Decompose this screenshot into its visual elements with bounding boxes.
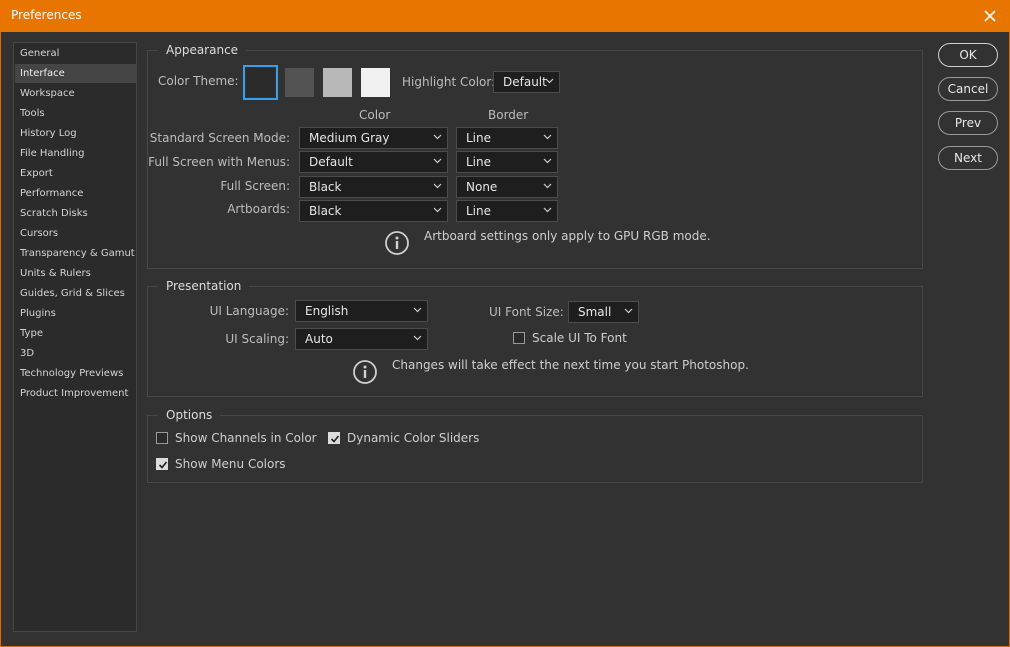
highlight-color-dropdown[interactable]: Default <box>493 71 560 93</box>
artboards-border-value: Line <box>466 204 492 218</box>
theme-swatch-medium[interactable] <box>323 68 352 97</box>
restart-note: Changes will take effect the next time y… <box>392 358 749 372</box>
chevron-down-icon <box>545 78 554 84</box>
column-header-border: Border <box>488 108 529 122</box>
full-screen-menus-color-value: Default <box>309 155 353 169</box>
theme-swatch-dark[interactable] <box>285 68 314 97</box>
sidebar-item-workspace[interactable]: Workspace <box>15 84 137 103</box>
ui-language-dropdown[interactable]: English <box>295 300 428 322</box>
chevron-down-icon <box>543 207 552 213</box>
cancel-button[interactable]: Cancel <box>938 77 998 101</box>
column-header-color: Color <box>359 108 391 122</box>
highlight-color-label: Highlight Color: <box>402 75 496 89</box>
chevron-down-icon <box>543 134 552 140</box>
sidebar-item-cursors[interactable]: Cursors <box>15 224 137 243</box>
sidebar-item-tools[interactable]: Tools <box>15 104 137 123</box>
presentation-title: Presentation <box>158 278 250 294</box>
options-group: Options <box>147 407 923 483</box>
scale-ui-to-font-checkbox[interactable] <box>513 332 525 344</box>
chevron-down-icon <box>433 207 442 213</box>
show-channels-in-color-label: Show Channels in Color <box>175 431 317 445</box>
sidebar-item-file-handling[interactable]: File Handling <box>15 144 137 163</box>
chevron-down-icon <box>624 308 633 314</box>
standard-screen-mode-label: Standard Screen Mode: <box>149 131 290 145</box>
appearance-title: Appearance <box>158 42 247 58</box>
info-icon <box>353 360 377 384</box>
sidebar-item-units-rulers[interactable]: Units & Rulers <box>15 264 137 283</box>
standard-screen-color-value: Medium Gray <box>309 131 390 145</box>
sidebar-item-export[interactable]: Export <box>15 164 137 183</box>
ok-button[interactable]: OK <box>938 43 998 67</box>
ui-font-size-value: Small <box>578 305 612 319</box>
show-menu-colors-label: Show Menu Colors <box>175 457 286 471</box>
artboards-color-dropdown[interactable]: Black <box>299 200 448 222</box>
sidebar-item-3d[interactable]: 3D <box>15 344 137 363</box>
highlight-color-value: Default <box>503 75 547 89</box>
standard-screen-border-dropdown[interactable]: Line <box>456 127 558 149</box>
sidebar-item-transparency-gamut[interactable]: Transparency & Gamut <box>15 244 137 263</box>
dynamic-color-sliders-checkbox[interactable] <box>328 432 340 444</box>
ui-scaling-label: UI Scaling: <box>225 332 289 346</box>
artboard-note: Artboard settings only apply to GPU RGB … <box>424 229 711 243</box>
sidebar: General Interface Workspace Tools Histor… <box>13 42 137 632</box>
ui-scaling-value: Auto <box>305 332 333 346</box>
sidebar-item-technology-previews[interactable]: Technology Previews <box>15 364 137 383</box>
sidebar-item-general[interactable]: General <box>15 44 137 63</box>
ui-font-size-label: UI Font Size: <box>489 305 564 319</box>
full-screen-label: Full Screen: <box>220 179 290 193</box>
full-screen-color-value: Black <box>309 180 342 194</box>
chevron-down-icon <box>433 183 442 189</box>
checkmark-icon <box>158 461 168 469</box>
chevron-down-icon <box>413 335 422 341</box>
sidebar-item-type[interactable]: Type <box>15 324 137 343</box>
artboards-border-dropdown[interactable]: Line <box>456 200 558 222</box>
preferences-dialog: Preferences General Interface Workspace … <box>0 0 1010 647</box>
title-bar: Preferences <box>0 0 1010 32</box>
full-screen-border-value: None <box>466 180 498 194</box>
artboards-label: Artboards: <box>227 202 290 216</box>
chevron-down-icon <box>543 158 552 164</box>
close-icon[interactable] <box>978 4 1002 28</box>
artboards-color-value: Black <box>309 204 342 218</box>
prev-button[interactable]: Prev <box>938 111 998 135</box>
sidebar-item-scratch-disks[interactable]: Scratch Disks <box>15 204 137 223</box>
window-title: Preferences <box>11 8 82 22</box>
standard-screen-color-dropdown[interactable]: Medium Gray <box>299 127 448 149</box>
sidebar-item-performance[interactable]: Performance <box>15 184 137 203</box>
chevron-down-icon <box>433 134 442 140</box>
show-menu-colors-checkbox[interactable] <box>156 458 168 470</box>
ui-font-size-dropdown[interactable]: Small <box>568 301 639 323</box>
info-icon <box>385 231 409 255</box>
next-button[interactable]: Next <box>938 146 998 170</box>
theme-swatch-darkest[interactable] <box>243 65 278 100</box>
chevron-down-icon <box>413 307 422 313</box>
full-screen-border-dropdown[interactable]: None <box>456 176 558 198</box>
color-theme-label: Color Theme: <box>158 74 239 88</box>
show-channels-in-color-checkbox[interactable] <box>156 432 168 444</box>
full-screen-menus-label: Full Screen with Menus: <box>148 155 290 169</box>
sidebar-item-plugins[interactable]: Plugins <box>15 304 137 323</box>
standard-screen-border-value: Line <box>466 131 492 145</box>
scale-ui-to-font-label: Scale UI To Font <box>532 331 627 345</box>
chevron-down-icon <box>433 158 442 164</box>
sidebar-item-interface[interactable]: Interface <box>15 64 137 83</box>
ui-language-value: English <box>305 304 349 318</box>
sidebar-item-product-improvement[interactable]: Product Improvement <box>15 384 137 403</box>
ui-language-label: UI Language: <box>209 304 289 318</box>
full-screen-menus-border-dropdown[interactable]: Line <box>456 151 558 173</box>
sidebar-item-guides-grid-slices[interactable]: Guides, Grid & Slices <box>15 284 137 303</box>
full-screen-color-dropdown[interactable]: Black <box>299 176 448 198</box>
ui-scaling-dropdown[interactable]: Auto <box>295 328 428 350</box>
options-title: Options <box>158 407 221 423</box>
theme-swatch-light[interactable] <box>361 68 390 97</box>
chevron-down-icon <box>543 183 552 189</box>
full-screen-menus-border-value: Line <box>466 155 492 169</box>
dynamic-color-sliders-label: Dynamic Color Sliders <box>347 431 480 445</box>
checkmark-icon <box>330 435 340 443</box>
full-screen-menus-color-dropdown[interactable]: Default <box>299 151 448 173</box>
sidebar-item-history-log[interactable]: History Log <box>15 124 137 143</box>
